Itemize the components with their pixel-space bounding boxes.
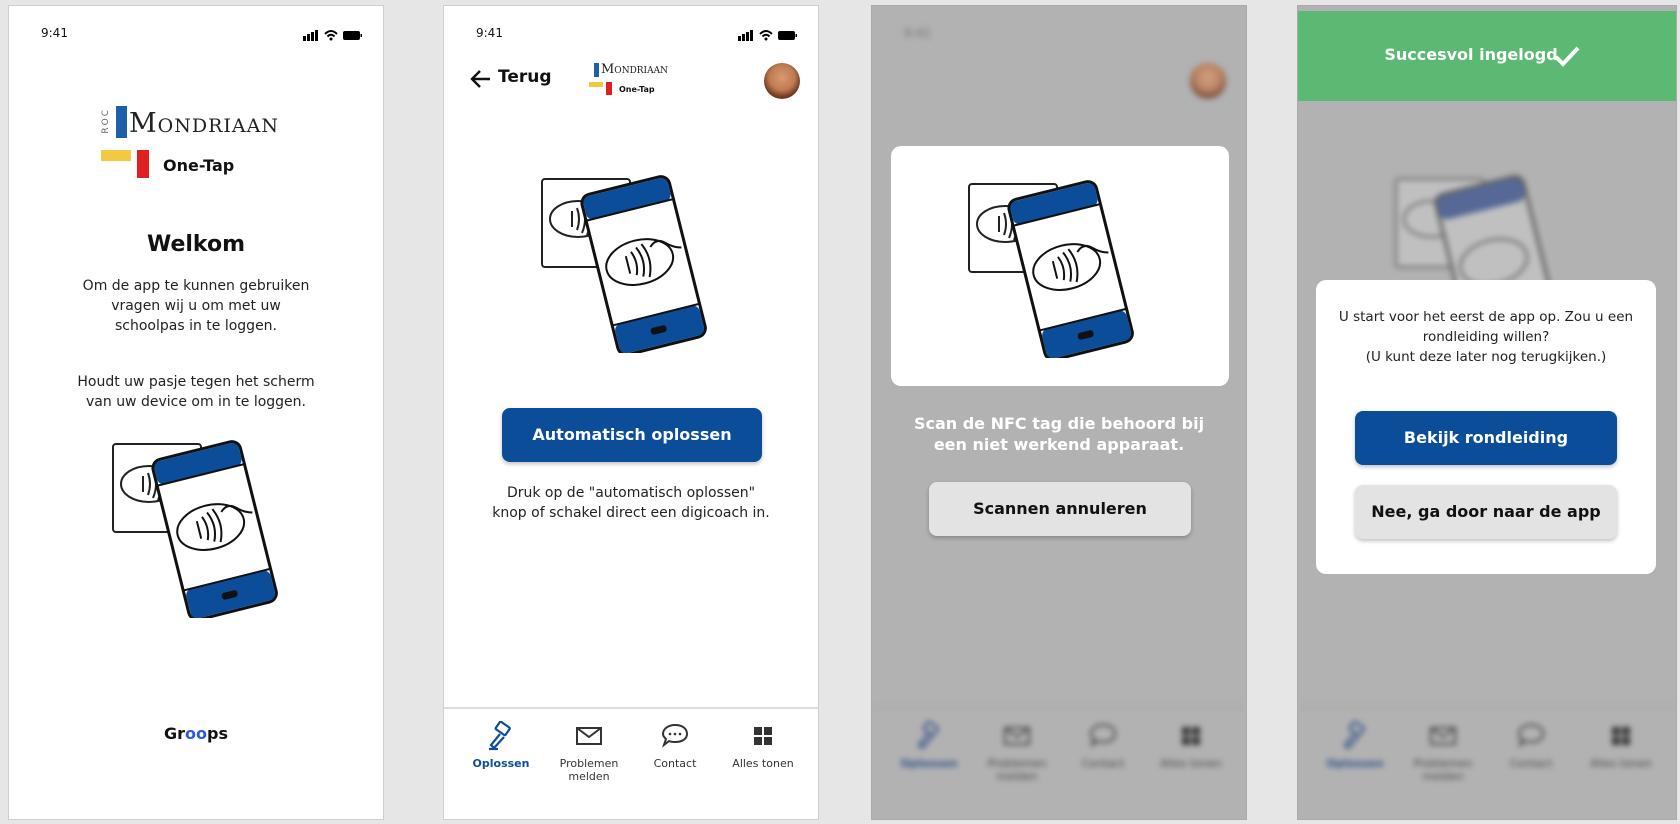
mail-icon bbox=[576, 727, 602, 745]
status-time: 9:41 bbox=[41, 26, 68, 40]
tab-problemen-melden: Problemen melden bbox=[972, 721, 1062, 783]
grid-icon bbox=[754, 727, 772, 745]
logo-product: One-Tap bbox=[163, 156, 235, 175]
chat-icon bbox=[1089, 723, 1117, 748]
groops-brand: Groops bbox=[164, 724, 228, 743]
mail-icon bbox=[1004, 727, 1030, 745]
hammer-icon bbox=[917, 721, 939, 750]
chat-icon bbox=[661, 723, 689, 748]
status-time: 9:41 bbox=[476, 26, 503, 40]
nfc-phone-illustration bbox=[968, 180, 1134, 358]
avatar[interactable] bbox=[764, 63, 800, 99]
status-bar: 9:41 bbox=[9, 24, 383, 44]
mondriaan-logo-small: Mondriaan One-Tap bbox=[589, 62, 689, 103]
welcome-title: Welkom bbox=[146, 232, 246, 257]
mail-icon bbox=[1430, 727, 1456, 745]
logo-roc: ROC bbox=[101, 108, 111, 134]
tab-oplossen: Oplossen bbox=[884, 721, 974, 770]
status-icons bbox=[738, 30, 797, 41]
login-success-screen: Oplossen Problemen melden Contact Alles … bbox=[1297, 5, 1677, 820]
tour-dialog-text: U start voor het eerst de app op. Zou u … bbox=[1338, 309, 1634, 365]
skip-tour-button[interactable]: Nee, ga door naar de app bbox=[1355, 485, 1617, 539]
nfc-phone-illustration bbox=[541, 175, 707, 353]
success-message: Succesvol ingelogd bbox=[1384, 45, 1558, 64]
tab-contact: Contact bbox=[1058, 721, 1148, 770]
tab-oplossen: Oplossen bbox=[1310, 721, 1400, 770]
tab-bar: Oplossen Problemen melden Contact Alles … bbox=[872, 707, 1246, 819]
logo-brand: Mondriaan bbox=[129, 108, 279, 139]
checkmark-icon bbox=[1554, 46, 1580, 67]
tab-contact: Contact bbox=[1486, 721, 1576, 770]
welcome-instruction: Houdt uw pasje tegen het scherm van uw d… bbox=[77, 374, 315, 410]
status-bar: 9:41 bbox=[872, 24, 1246, 44]
nfc-scan-screen: 9:41 Oplossen Problemen melden Contact A… bbox=[871, 5, 1247, 820]
grid-icon bbox=[1612, 727, 1630, 745]
scan-instruction: Scan de NFC tag die behoord bij een niet… bbox=[913, 414, 1205, 454]
welcome-screen: 9:41 ROC Mondriaan One-Tap Welkom Om de … bbox=[8, 5, 384, 820]
status-time: 9:41 bbox=[904, 26, 931, 40]
tab-oplossen[interactable]: Oplossen bbox=[456, 721, 546, 770]
status-icons bbox=[303, 30, 362, 41]
solve-screen: 9:41 Terug Mondriaan One-Tap Automatisch… bbox=[443, 5, 819, 820]
tab-bar: Oplossen Problemen melden Contact Alles … bbox=[444, 707, 818, 819]
nfc-phone-illustration bbox=[112, 440, 278, 618]
auto-solve-button[interactable]: Automatisch oplossen bbox=[502, 408, 762, 462]
tab-contact[interactable]: Contact bbox=[630, 721, 720, 770]
tab-alles-tonen: Alles tonen bbox=[1146, 721, 1236, 770]
back-label: Terug bbox=[498, 67, 552, 87]
arrow-left-icon bbox=[470, 70, 490, 88]
tab-bar: Oplossen Problemen melden Contact Alles … bbox=[1298, 707, 1676, 819]
nfc-illustration-card bbox=[891, 146, 1229, 386]
grid-icon bbox=[1182, 727, 1200, 745]
tab-problemen-melden[interactable]: Problemen melden bbox=[544, 721, 634, 783]
mondriaan-logo: ROC Mondriaan One-Tap bbox=[101, 106, 301, 184]
tour-dialog: U start voor het eerst de app op. Zou u … bbox=[1316, 280, 1656, 574]
avatar bbox=[1190, 63, 1226, 99]
welcome-intro: Om de app te kunnen gebruiken vragen wij… bbox=[82, 278, 310, 334]
solve-hint: Druk op de "automatisch oplossen" knop o… bbox=[492, 485, 770, 521]
cancel-scan-button[interactable]: Scannen annuleren bbox=[929, 482, 1191, 536]
tab-alles-tonen[interactable]: Alles tonen bbox=[718, 721, 808, 770]
tab-problemen-melden: Problemen melden bbox=[1398, 721, 1488, 783]
tab-alles-tonen: Alles tonen bbox=[1576, 721, 1666, 770]
view-tour-button[interactable]: Bekijk rondleiding bbox=[1355, 411, 1617, 465]
chat-icon bbox=[1517, 723, 1545, 748]
hammer-icon bbox=[1343, 721, 1365, 750]
logo-product: One-Tap bbox=[619, 85, 655, 94]
status-bar: 9:41 bbox=[444, 24, 818, 44]
hammer-icon bbox=[489, 721, 511, 751]
success-banner: Succesvol ingelogd bbox=[1298, 11, 1676, 101]
logo-brand: Mondriaan bbox=[601, 62, 668, 77]
